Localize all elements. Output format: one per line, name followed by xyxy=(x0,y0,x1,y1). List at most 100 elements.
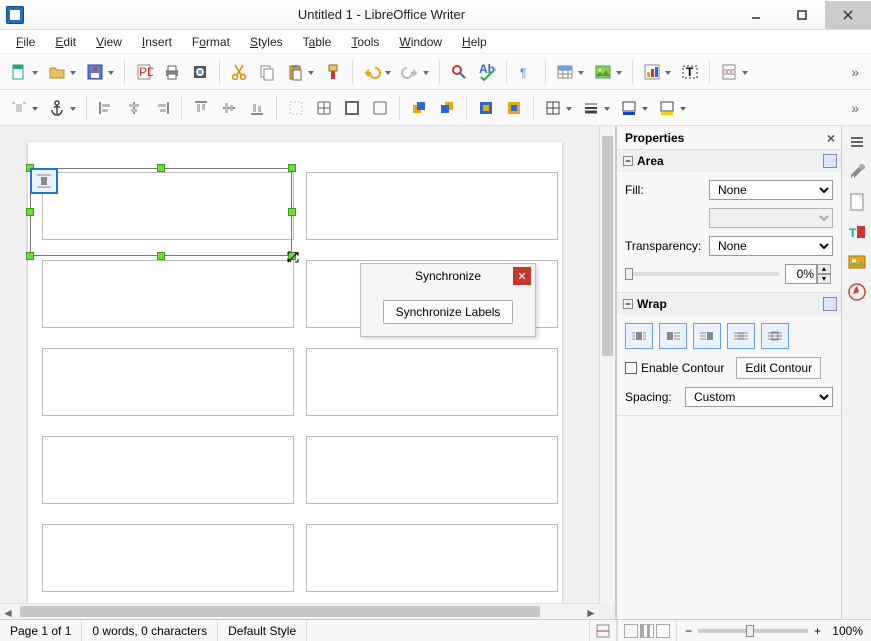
wrap-optimal-button[interactable] xyxy=(659,323,687,349)
status-style[interactable]: Default Style xyxy=(218,620,307,641)
sidebar-close-icon[interactable]: × xyxy=(827,130,835,146)
resize-handle[interactable] xyxy=(157,164,165,172)
area-color-button[interactable] xyxy=(654,95,680,121)
synchronize-close-icon[interactable]: ✕ xyxy=(513,267,531,285)
menu-styles[interactable]: Styles xyxy=(242,33,291,51)
borders-outer-button[interactable] xyxy=(339,95,365,121)
borders-all-button[interactable] xyxy=(311,95,337,121)
zoom-out-icon[interactable]: − xyxy=(685,624,692,638)
paste-button[interactable] xyxy=(282,59,308,85)
send-back-button[interactable] xyxy=(434,95,460,121)
text-box-button[interactable]: T xyxy=(677,59,703,85)
label-cell[interactable] xyxy=(306,524,558,592)
view-layout-buttons[interactable] xyxy=(617,620,677,641)
anchor-button[interactable] xyxy=(44,95,70,121)
more-options-icon[interactable] xyxy=(823,154,837,168)
zoom-value[interactable]: 100% xyxy=(827,624,863,638)
borders-none-button[interactable] xyxy=(283,95,309,121)
transparency-slider[interactable] xyxy=(625,272,779,276)
cut-button[interactable] xyxy=(226,59,252,85)
collapse-icon[interactable]: − xyxy=(623,156,633,166)
minimize-button[interactable] xyxy=(733,1,779,29)
align-top-button[interactable] xyxy=(188,95,214,121)
align-right-button[interactable] xyxy=(149,95,175,121)
menu-window[interactable]: Window xyxy=(391,33,450,51)
align-center-h-button[interactable] xyxy=(121,95,147,121)
menu-file[interactable]: File xyxy=(8,33,43,51)
open-button[interactable] xyxy=(44,59,70,85)
menu-tools[interactable]: Tools xyxy=(343,33,387,51)
signature-icon[interactable] xyxy=(596,624,610,638)
frame-borders-button[interactable] xyxy=(540,95,566,121)
navigator-tab-icon[interactable] xyxy=(847,282,867,302)
label-cell[interactable] xyxy=(42,436,294,504)
label-cell[interactable] xyxy=(306,436,558,504)
page-tab-icon[interactable] xyxy=(847,192,867,212)
zoom-in-icon[interactable]: + xyxy=(814,624,821,638)
undo-button[interactable] xyxy=(359,59,385,85)
copy-button[interactable] xyxy=(254,59,280,85)
wrap-none-button[interactable] xyxy=(30,168,58,194)
more-options-icon[interactable] xyxy=(823,297,837,311)
selected-frame[interactable] xyxy=(30,168,292,256)
vertical-scrollbar[interactable] xyxy=(599,126,615,603)
fill-select[interactable]: None xyxy=(709,180,833,200)
toolbar-overflow-icon[interactable]: » xyxy=(845,64,865,80)
new-button[interactable] xyxy=(6,59,32,85)
background-button[interactable] xyxy=(501,95,527,121)
styles-tab-icon[interactable]: T xyxy=(847,222,867,242)
transparency-select[interactable]: None xyxy=(709,236,833,256)
synchronize-labels-button[interactable]: Synchronize Labels xyxy=(383,300,514,324)
menu-edit[interactable]: Edit xyxy=(47,33,84,51)
wrap-section-header[interactable]: − Wrap xyxy=(617,293,841,315)
status-words[interactable]: 0 words, 0 characters xyxy=(82,620,218,641)
area-section-header[interactable]: − Area xyxy=(617,150,841,172)
spacing-select[interactable]: Custom xyxy=(685,387,833,407)
wrap-through-button[interactable] xyxy=(761,323,789,349)
print-button[interactable] xyxy=(159,59,185,85)
border-style-button[interactable] xyxy=(578,95,604,121)
status-page[interactable]: Page 1 of 1 xyxy=(0,620,82,641)
menu-view[interactable]: View xyxy=(88,33,130,51)
gallery-tab-icon[interactable] xyxy=(847,252,867,272)
clone-formatting-button[interactable] xyxy=(320,59,346,85)
menu-help[interactable]: Help xyxy=(454,33,495,51)
synchronize-dialog[interactable]: Synchronize ✕ Synchronize Labels xyxy=(360,263,536,337)
resize-handle[interactable] xyxy=(26,208,34,216)
sidebar-settings-icon[interactable] xyxy=(847,132,867,152)
label-cell[interactable] xyxy=(306,172,558,240)
wrap-parallel-button[interactable] xyxy=(625,323,653,349)
align-bottom-button[interactable] xyxy=(244,95,270,121)
fill-color-select[interactable] xyxy=(709,208,833,228)
document-area[interactable]: ◄► xyxy=(0,126,616,619)
borders-box-button[interactable] xyxy=(367,95,393,121)
label-cell[interactable] xyxy=(42,260,294,328)
page-break-button[interactable] xyxy=(716,59,742,85)
resize-handle[interactable] xyxy=(288,208,296,216)
wrap-off-button[interactable] xyxy=(6,95,32,121)
label-cell[interactable] xyxy=(42,524,294,592)
save-button[interactable] xyxy=(82,59,108,85)
export-pdf-button[interactable]: PDF xyxy=(131,59,157,85)
book-view-icon[interactable] xyxy=(656,624,670,638)
menu-insert[interactable]: Insert xyxy=(134,33,180,51)
close-button[interactable] xyxy=(825,1,871,29)
bring-front-button[interactable] xyxy=(406,95,432,121)
wrap-after-button[interactable] xyxy=(727,323,755,349)
resize-handle[interactable] xyxy=(288,164,296,172)
menu-table[interactable]: Table xyxy=(295,33,340,51)
resize-handle[interactable] xyxy=(157,252,165,260)
transparency-spinner[interactable]: ▲▼ xyxy=(785,264,833,284)
label-cell[interactable] xyxy=(42,348,294,416)
chart-button[interactable] xyxy=(639,59,665,85)
table-button[interactable] xyxy=(552,59,578,85)
collapse-icon[interactable]: − xyxy=(623,299,633,309)
menu-format[interactable]: Format xyxy=(184,33,238,51)
enable-contour-checkbox[interactable]: Enable Contour xyxy=(625,361,724,375)
spellcheck-button[interactable]: Abc xyxy=(474,59,500,85)
single-page-view-icon[interactable] xyxy=(624,624,638,638)
print-preview-button[interactable] xyxy=(187,59,213,85)
maximize-button[interactable] xyxy=(779,1,825,29)
find-button[interactable] xyxy=(446,59,472,85)
edit-contour-button[interactable]: Edit Contour xyxy=(736,357,821,379)
